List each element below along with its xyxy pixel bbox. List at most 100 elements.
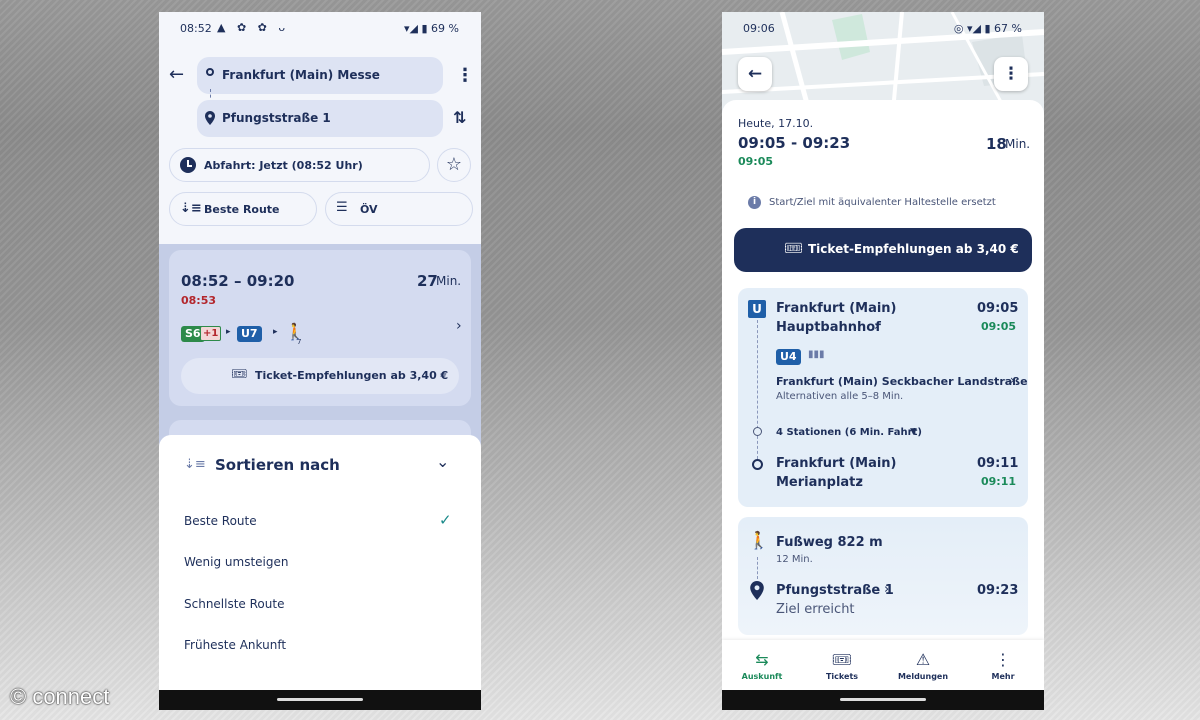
search-header: 08:52 ▲ ✿ ✿ ᴗ ▾◢ ▮ 69 % ← Frankfurt (Mai… bbox=[159, 12, 481, 244]
swap-icon[interactable]: ⇅ bbox=[453, 108, 466, 127]
more-vert-icon[interactable]: ⋮ bbox=[456, 65, 474, 86]
route-delay: 08:53 bbox=[181, 294, 217, 307]
leg-alternatives: Alternativen alle 5–8 Min. bbox=[776, 391, 904, 402]
home-handle[interactable] bbox=[840, 698, 926, 701]
sort-option-earliest-arrival[interactable]: Früheste Ankunft bbox=[184, 638, 286, 652]
trip-time-range: 09:05 - 09:23 bbox=[738, 134, 851, 152]
system-nav-bar bbox=[159, 690, 481, 710]
mode-filter-button[interactable]: ☰ ÖV bbox=[325, 192, 473, 226]
sort-option-best[interactable]: Beste Route bbox=[184, 514, 257, 528]
nav-meldungen[interactable]: ⚠ Meldungen bbox=[883, 640, 963, 681]
chevron-down-icon[interactable]: ⌄ bbox=[436, 452, 449, 471]
route-ticket-button[interactable]: 🎟 Ticket-Empfehlungen ab 3,40 € bbox=[181, 358, 459, 394]
trip-duration: 18 bbox=[986, 135, 1007, 153]
walk-distance: Fußweg 822 m bbox=[776, 535, 883, 550]
leg-from-line2[interactable]: Hauptbahnhof bbox=[776, 320, 881, 335]
mode-filter-label: ÖV bbox=[360, 203, 378, 216]
warning-icon: ⚠ bbox=[915, 650, 931, 669]
route-duration-unit: Min. bbox=[436, 274, 462, 288]
sort-icon: ⇣≡ bbox=[180, 201, 202, 216]
nav-auskunft-label: Auskunft bbox=[741, 672, 783, 681]
transit-leg-card: U Frankfurt (Main) Hauptbahnhof › 09:05 … bbox=[738, 288, 1028, 507]
sort-option-fewest-transfers[interactable]: Wenig umsteigen bbox=[184, 555, 289, 569]
status-right: ◎ ▾◢ ▮ 67 % bbox=[953, 22, 1022, 35]
destination-arrival: 09:23 bbox=[977, 583, 1019, 598]
favorite-star-icon[interactable]: ☆ bbox=[437, 148, 471, 182]
system-nav-bar bbox=[722, 690, 1044, 710]
nav-mehr[interactable]: ⋮ Mehr bbox=[963, 640, 1043, 681]
extra-line-badge: +1 bbox=[200, 326, 222, 341]
nav-tickets-label: Tickets bbox=[825, 672, 859, 681]
leg-to-line1: Frankfurt (Main) bbox=[776, 456, 897, 471]
ticket-icon: 🎟 bbox=[831, 650, 853, 669]
ticket-icon: 🎟 bbox=[784, 239, 804, 257]
departure-text: Abfahrt: Jetzt (08:52 Uhr) bbox=[204, 159, 363, 172]
nav-mehr-label: Mehr bbox=[991, 672, 1015, 681]
from-field[interactable]: Frankfurt (Main) Messe bbox=[197, 57, 443, 94]
sort-option-fastest[interactable]: Schnellste Route bbox=[184, 597, 284, 611]
chevron-right-icon[interactable]: › bbox=[1010, 373, 1015, 387]
ticket-icon: 🎟 bbox=[231, 367, 248, 382]
destination-note: Ziel erreicht bbox=[776, 602, 855, 617]
right-phone-screen: 09:06 ◎ ▾◢ ▮ 67 % ← ⋮ Heute, 17.10. 09:0… bbox=[722, 12, 1044, 710]
status-bar: 08:52 ▲ ✿ ✿ ᴗ ▾◢ ▮ 69 % bbox=[159, 12, 481, 44]
ticket-recommendation-button[interactable]: 🎟 Ticket-Empfehlungen ab 3,40 € bbox=[734, 228, 1032, 272]
to-field[interactable]: Pfungststraße 1 bbox=[197, 100, 443, 137]
status-right: ▾◢ ▮ 69 % bbox=[404, 22, 459, 35]
status-bar: 09:06 ◎ ▾◢ ▮ 67 % bbox=[722, 12, 1044, 44]
check-icon: ✓ bbox=[439, 511, 452, 529]
sheet-title: Sortieren nach bbox=[215, 456, 340, 474]
route-chevron-icon[interactable]: › bbox=[456, 318, 462, 334]
more-vert-icon: ⋮ bbox=[995, 650, 1011, 669]
stop-dot-icon bbox=[753, 427, 762, 436]
chevron-right-icon[interactable]: › bbox=[874, 319, 879, 334]
destination-pin-icon bbox=[750, 581, 764, 600]
line-badge-u7: U7 bbox=[237, 326, 262, 342]
caret-down-icon[interactable]: ▼ bbox=[910, 427, 917, 437]
walk-icon: 🚶 bbox=[748, 531, 770, 551]
walk-minutes: 7 bbox=[297, 338, 302, 346]
nav-tickets[interactable]: 🎟 Tickets bbox=[802, 640, 882, 681]
chevron-right-icon: ▸ bbox=[273, 327, 278, 337]
sort-icon: ⇣≡ bbox=[184, 457, 206, 472]
sort-button-label: Beste Route bbox=[204, 203, 280, 216]
pin-icon bbox=[205, 111, 215, 125]
route-duration: 27 bbox=[417, 272, 438, 290]
more-vert-icon[interactable]: ⋮ bbox=[994, 57, 1028, 91]
walk-leg-card: 🚶 Fußweg 822 m 12 Min. Pfungststraße 1 ›… bbox=[738, 517, 1028, 635]
leg-stations[interactable]: 4 Stationen (6 Min. Fahrt) bbox=[776, 427, 922, 438]
trip-date: Heute, 17.10. bbox=[738, 117, 814, 130]
trip-realtime: 09:05 bbox=[738, 155, 774, 168]
nav-auskunft[interactable]: ⇆ Auskunft bbox=[722, 640, 802, 681]
home-handle[interactable] bbox=[277, 698, 363, 701]
trip-details-panel: Heute, 17.10. 09:05 - 09:23 09:05 18 Min… bbox=[722, 100, 1044, 652]
back-arrow-icon[interactable]: ← bbox=[738, 57, 772, 91]
chevron-right-icon[interactable]: › bbox=[884, 582, 889, 597]
leg-to-line2[interactable]: Merianplatz bbox=[776, 475, 863, 490]
route-line bbox=[757, 557, 758, 579]
walk-time: 12 Min. bbox=[776, 554, 813, 565]
info-icon: i bbox=[748, 196, 761, 209]
swap-arrows-icon: ⇆ bbox=[755, 650, 769, 669]
destination-name[interactable]: Pfungststraße 1 bbox=[776, 583, 894, 598]
leg-from-line1: Frankfurt (Main) bbox=[776, 301, 897, 316]
info-text: Start/Ziel mit äquivalenter Haltestelle … bbox=[769, 197, 996, 208]
walk-icon: 🚶 bbox=[285, 322, 305, 341]
status-time: 09:06 bbox=[743, 22, 775, 35]
leg-arrival: 09:11 bbox=[977, 456, 1019, 471]
back-arrow-icon[interactable]: ← bbox=[169, 64, 184, 85]
leg-departure-realtime: 09:05 bbox=[981, 320, 1017, 333]
route-card[interactable]: 08:52 – 09:20 08:53 27 Min. S6 +1 ▸ U7 ▸… bbox=[169, 250, 471, 406]
leg-arrival-realtime: 09:11 bbox=[981, 475, 1017, 488]
stop-dot-icon bbox=[752, 459, 763, 470]
ticket-button-label: Ticket-Empfehlungen ab 3,40 € bbox=[808, 242, 1019, 256]
sort-bottom-sheet: ⇣≡ Sortieren nach ⌄ Beste Route ✓ Wenig … bbox=[159, 435, 481, 700]
chevron-right-icon[interactable]: › bbox=[858, 474, 863, 489]
leg-direction[interactable]: Frankfurt (Main) Seckbacher Landstraße bbox=[776, 375, 1028, 388]
bottom-navigation: ⇆ Auskunft 🎟 Tickets ⚠ Meldungen ⋮ Mehr bbox=[722, 640, 1044, 690]
origin-dot-icon bbox=[206, 68, 214, 76]
occupancy-icon: ▮▮▮ bbox=[808, 349, 825, 360]
sort-button[interactable]: ⇣≡ Beste Route bbox=[169, 192, 317, 226]
route-line bbox=[757, 320, 758, 464]
departure-button[interactable]: Abfahrt: Jetzt (08:52 Uhr) bbox=[169, 148, 430, 182]
